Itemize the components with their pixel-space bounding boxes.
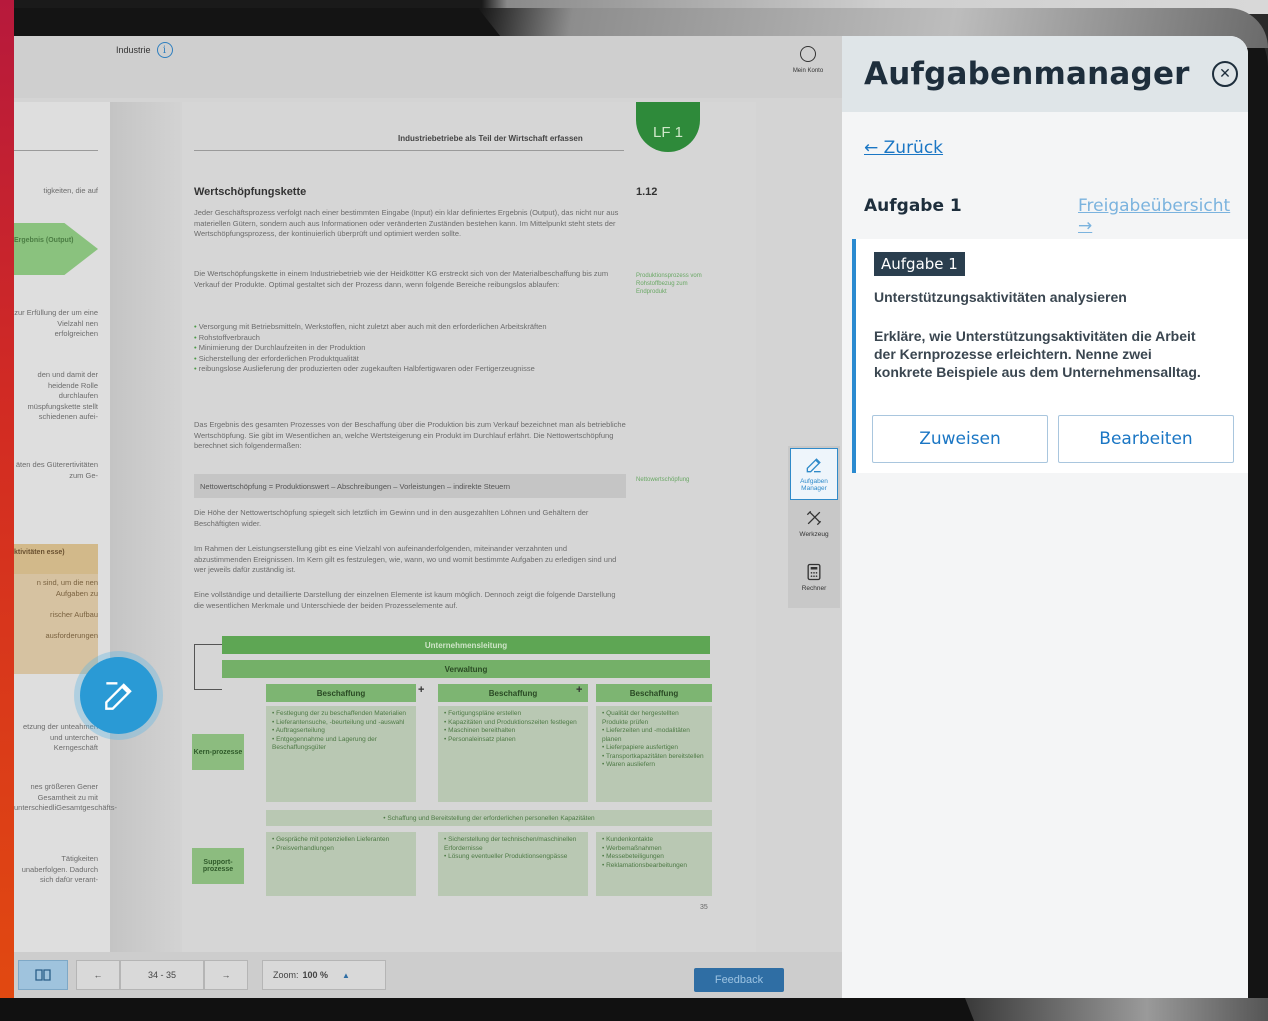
left-page-text-7: Tätigkeiten unaberfolgen. Dadurch sich d… bbox=[21, 854, 98, 884]
device-left-edge bbox=[0, 0, 14, 1021]
account-icon bbox=[800, 46, 816, 62]
left-page-text-1: tigkeiten, die auf bbox=[43, 186, 98, 195]
output-arrow-label: Ergebnis (Output) bbox=[14, 237, 74, 244]
section-title: Wertschöpfungskette bbox=[194, 186, 307, 198]
diagram-col-head-2: Beschaffung bbox=[438, 684, 588, 702]
assign-button[interactable]: Zuweisen bbox=[872, 415, 1048, 463]
task-manager-tool[interactable]: Aufgaben Manager bbox=[790, 448, 838, 500]
diagram-kern-col-1: • Festlegung der zu beschaffenden Materi… bbox=[266, 706, 416, 802]
back-link[interactable]: ← Zurück bbox=[864, 138, 943, 158]
calculator-icon bbox=[807, 563, 821, 581]
paragraph-6: Eine vollständige und detaillierte Darst… bbox=[194, 590, 616, 610]
task-card: Aufgabe 1 Unterstützungsaktivitäten anal… bbox=[852, 239, 1248, 473]
bullet-list: Versorgung mit Betriebsmitteln, Werkstof… bbox=[194, 322, 626, 375]
section-number: 1.12 bbox=[636, 186, 658, 198]
header-rule bbox=[194, 150, 624, 151]
task-tag: Aufgabe 1 bbox=[874, 252, 965, 276]
margin-note-2: Nettowertschöpfung bbox=[636, 477, 690, 483]
diagram-bracket bbox=[194, 644, 222, 690]
diagram-kern-label: Kern-prozesse bbox=[192, 734, 244, 770]
feedback-button[interactable]: Feedback bbox=[694, 968, 784, 992]
left-page-text-5: etzung der unteahmen und unterchen Kerng… bbox=[22, 722, 98, 752]
zoom-select[interactable]: Zoom: 100 % ▲ bbox=[262, 960, 386, 990]
diagram-col-head-3: Beschaffung bbox=[596, 684, 712, 702]
next-page-button[interactable]: → bbox=[204, 960, 248, 990]
paragraph-5: Im Rahmen der Leistungserstellung gibt e… bbox=[194, 544, 617, 574]
left-page-text-2: zur Erfüllung der um eine Vielzahl nen e… bbox=[14, 308, 98, 338]
tools-tool[interactable]: Werkzeug bbox=[790, 502, 838, 554]
diagram-top-bar: Unternehmensleitung bbox=[222, 636, 710, 654]
bullet-item: reibungslose Auslieferung der produziert… bbox=[194, 364, 626, 375]
diagram-plus-1: + bbox=[418, 684, 425, 696]
floating-edit-button[interactable] bbox=[80, 657, 157, 734]
device-bottom-highlight bbox=[965, 998, 1268, 1021]
diagram-kern-col-2: • Fertigungspläne erstellen • Kapazitäte… bbox=[438, 706, 588, 802]
page-range-value: 34 - 35 bbox=[147, 970, 177, 980]
arrow-left-icon: ← bbox=[93, 970, 103, 980]
left-page-box-heading: ktivitäten esse) bbox=[14, 544, 98, 574]
margin-note-1: Produktionsprozess vom Rohstoffbezug zum… bbox=[636, 273, 702, 295]
process-diagram: Unternehmensleitung Verwaltung Beschaffu… bbox=[192, 636, 712, 906]
page-range[interactable]: 34 - 35 bbox=[120, 960, 204, 990]
breadcrumb-label: Industrie bbox=[116, 45, 151, 55]
task-manager-tool-label: Aufgaben Manager bbox=[800, 478, 828, 492]
page-number: 35 bbox=[700, 904, 708, 911]
bullet-item: Versorgung mit Betriebsmitteln, Werkstof… bbox=[194, 322, 626, 333]
diagram-kern-col-3: • Qualität der hergestellten Produkte pr… bbox=[596, 706, 712, 802]
left-page-box-text: n sind, um die nen Aufgaben zu rischer A… bbox=[36, 578, 98, 640]
diagram-support-col-1: • Gespräche mit potenziellen Lieferanten… bbox=[266, 832, 416, 896]
tool-dock: Aufgaben Manager Werkzeug Rechner bbox=[788, 446, 840, 608]
calculator-tool[interactable]: Rechner bbox=[790, 556, 838, 608]
book-view-button[interactable] bbox=[18, 960, 68, 990]
book-viewer: Industrie i Mein Konto LF 1 Industriebet… bbox=[14, 36, 842, 998]
paragraph-4: Die Höhe der Nettowertschöpfung spiegelt… bbox=[194, 508, 589, 528]
diagram-mid-bar: Verwaltung bbox=[222, 660, 710, 678]
diagram-support-label: Support-prozesse bbox=[192, 848, 244, 884]
formula-box: Nettowertschöpfung = Produktionswert – A… bbox=[194, 474, 626, 498]
account-button[interactable]: Mein Konto bbox=[784, 46, 832, 74]
book-spine-shadow bbox=[110, 102, 182, 952]
account-label: Mein Konto bbox=[792, 68, 824, 74]
paragraph-1: Jeder Geschäftsprozess verfolgt nach ein… bbox=[194, 208, 619, 238]
app-screen: Industrie i Mein Konto LF 1 Industriebet… bbox=[14, 36, 1248, 998]
paragraph-2: Die Wertschöpfungskette in einem Industr… bbox=[194, 269, 609, 289]
prev-page-button[interactable]: ← bbox=[76, 960, 120, 990]
left-page-text-3: den und damit der heidende Rolle durchla… bbox=[27, 370, 98, 421]
left-header-rule bbox=[14, 150, 98, 151]
zoom-value: 100 % bbox=[302, 970, 329, 980]
tools-tool-label: Werkzeug bbox=[799, 531, 829, 538]
edit-icon bbox=[806, 458, 821, 473]
book-icon bbox=[35, 969, 51, 981]
diagram-col-head-1: Beschaffung bbox=[266, 684, 416, 702]
running-head: Industriebetriebe als Teil der Wirtschaf… bbox=[398, 134, 583, 143]
task-subtitle: Unterstützungsaktivitäten analysieren bbox=[874, 289, 1127, 305]
edit-button[interactable]: Bearbeiten bbox=[1058, 415, 1234, 463]
bullet-item: Sicherstellung der erforderlichen Produk… bbox=[194, 354, 626, 365]
task-description: Erkläre, wie Unterstützungsaktivitäten d… bbox=[874, 328, 1201, 380]
task-manager-panel: Aufgabenmanager ✕ ← Zurück Aufgabe 1 Fre… bbox=[842, 36, 1248, 998]
paragraph-3: Das Ergebnis des gesamten Prozesses von … bbox=[194, 420, 626, 450]
release-overview-link[interactable]: Freigabeübersicht → bbox=[1078, 196, 1248, 236]
zoom-label: Zoom: bbox=[273, 970, 299, 980]
close-icon: ✕ bbox=[1219, 65, 1231, 81]
panel-title: Aufgabenmanager bbox=[864, 56, 1190, 92]
diagram-support-col-3: • Kundenkontakte • Werbemaßnahmen • Mess… bbox=[596, 832, 712, 896]
calculator-tool-label: Rechner bbox=[801, 585, 827, 592]
task-title: Aufgabe 1 bbox=[864, 196, 962, 216]
tools-icon bbox=[806, 510, 822, 526]
info-icon[interactable]: i bbox=[156, 42, 173, 58]
breadcrumb[interactable]: Industrie i bbox=[116, 42, 173, 58]
bullet-item: Minimierung der Durchlaufzeiten in der P… bbox=[194, 343, 626, 354]
arrow-right-icon: → bbox=[221, 970, 231, 980]
left-page-text-6: nes größeren Gener Gesamtheit zu mit unt… bbox=[14, 782, 117, 812]
close-button[interactable]: ✕ bbox=[1212, 61, 1238, 87]
diagram-support-col-2: • Sicherstellung der technischen/maschin… bbox=[438, 832, 588, 896]
diagram-support-line: • Schaffung und Bereitstellung der erfor… bbox=[266, 810, 712, 826]
chevron-up-icon: ▲ bbox=[342, 970, 350, 980]
edit-icon bbox=[104, 681, 132, 710]
diagram-plus-2: + bbox=[576, 684, 583, 696]
left-page-text-4: äten des Güterertivitäten zum Ge- bbox=[15, 460, 98, 480]
bullet-item: Rohstoffverbrauch bbox=[194, 333, 626, 344]
